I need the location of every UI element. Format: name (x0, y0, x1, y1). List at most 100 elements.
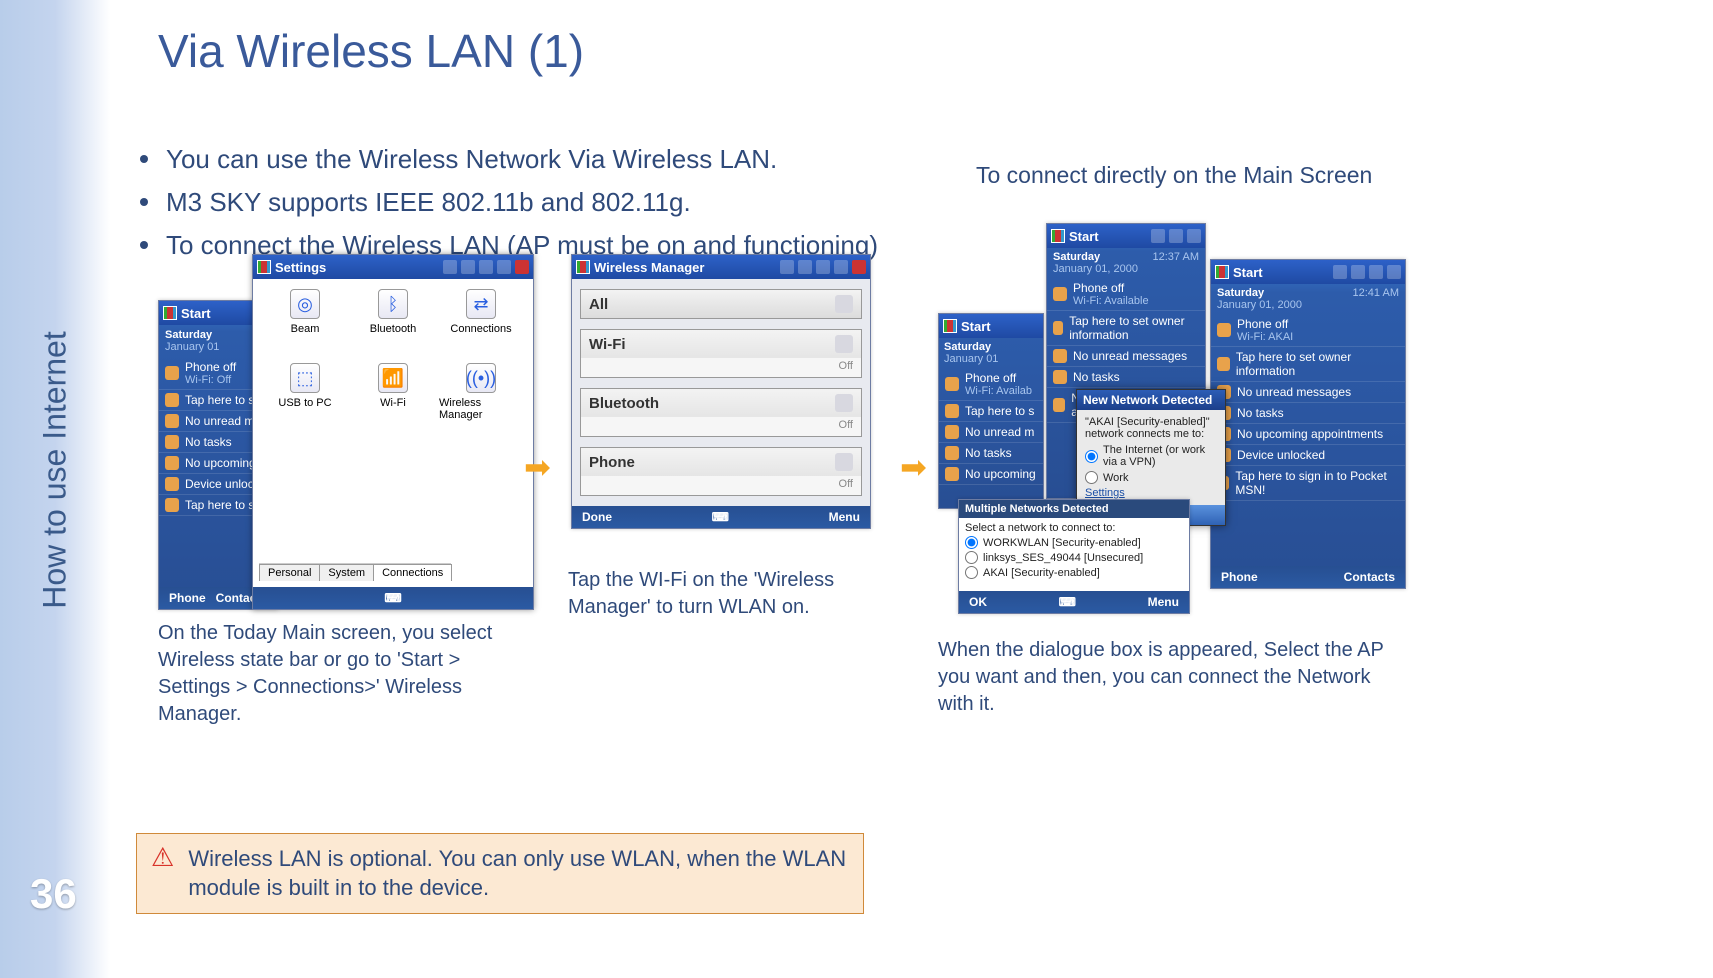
appt-icon (945, 467, 959, 481)
wm-wifi-row[interactable]: Wi-Fi Off (580, 329, 862, 378)
tasks-icon (1053, 370, 1067, 384)
signal-icon (816, 260, 830, 274)
page-title: Via Wireless LAN (1) (158, 24, 584, 78)
wifi-state-icon (835, 335, 853, 353)
warning-text: Wireless LAN is optional. You can only u… (188, 844, 849, 903)
tab-system[interactable]: System (319, 564, 374, 581)
volume-icon (834, 260, 848, 274)
figure-3: To connect directly on the Main Screen S… (938, 162, 1406, 718)
phone-state-icon (835, 453, 853, 471)
owner-icon (1217, 357, 1230, 371)
unread-row: No unread m (185, 414, 254, 428)
wifi-off-label: Wi-Fi: Off (185, 374, 236, 386)
owner-icon (945, 404, 959, 418)
tasks-icon (945, 446, 959, 460)
menu-softkey[interactable]: Menu (829, 510, 860, 524)
warning-box: ⚠ Wireless LAN is optional. You can only… (136, 833, 864, 914)
caption-2: Tap the WI-Fi on the 'Wireless Manager' … (568, 567, 874, 621)
tab-connections[interactable]: Connections (373, 564, 452, 581)
popup-radio-internet[interactable]: The Internet (or work via a VPN) (1085, 444, 1217, 468)
start-flag-icon (943, 319, 957, 333)
volume-icon (1369, 265, 1383, 279)
wifi-icon: 📶 (378, 363, 408, 393)
settings-title: Settings (275, 260, 439, 275)
msg-icon (165, 414, 179, 428)
page-number: 36 (30, 870, 77, 918)
msg-icon (945, 425, 959, 439)
net-radio-akai[interactable]: AKAI [Security-enabled] (965, 566, 1183, 579)
net-radio-linksys[interactable]: linksys_SES_49044 [Unsecured] (965, 551, 1183, 564)
signal-icon (1151, 229, 1165, 243)
settings-item-usb[interactable]: ⬚USB to PC (263, 363, 347, 445)
menu-softkey[interactable]: Menu (1148, 595, 1179, 609)
close-icon[interactable] (852, 260, 866, 274)
figure-1: Start Saturday January 01 Phone offWi-Fi… (158, 254, 536, 728)
multiple-networks-popup: Multiple Networks Detected Select a netw… (958, 499, 1190, 614)
settings-window: Settings ◎Beam ᛒBluetooth ⇄Connections ⬚… (252, 254, 534, 610)
signal-icon (1351, 265, 1365, 279)
battery-icon (1387, 265, 1401, 279)
phone-softkey[interactable]: Phone (1221, 570, 1258, 584)
net-radio-workwlan[interactable]: WORKWLAN [Security-enabled] (965, 536, 1183, 549)
bullet-item: M3 SKY supports IEEE 802.11b and 802.11g… (130, 183, 950, 222)
sip-icon[interactable]: ⌨ (384, 591, 401, 605)
connections-icon: ⇄ (466, 289, 496, 319)
phone-icon (945, 377, 959, 391)
settings-item-wifi[interactable]: 📶Wi-Fi (351, 363, 435, 445)
sip-icon[interactable]: ⌨ (1059, 595, 1076, 609)
start-flag-icon (576, 260, 590, 274)
signal-icon (479, 260, 493, 274)
caption-1: On the Today Main screen, you select Wir… (158, 620, 536, 728)
tasks-row: No tasks (185, 435, 232, 449)
keyboard-icon (1333, 265, 1347, 279)
popup-title: New Network Detected (1077, 390, 1225, 410)
beam-icon: ◎ (290, 289, 320, 319)
phone-softkey[interactable]: Phone (169, 591, 206, 605)
phone-off-label: Phone off (185, 360, 236, 374)
right-heading: To connect directly on the Main Screen (976, 162, 1372, 189)
close-icon[interactable] (515, 260, 529, 274)
arrow-right-icon: ➡ (900, 448, 927, 486)
phone-icon (165, 366, 179, 380)
phone-icon (1053, 287, 1067, 301)
bluetooth-icon: ᛒ (378, 289, 408, 319)
popup-radio-work[interactable]: Work (1085, 471, 1217, 484)
sidebar-label: How to use Internet (37, 331, 74, 608)
bluetooth-state-icon (835, 394, 853, 412)
power-icon (1187, 229, 1201, 243)
multi-title: Multiple Networks Detected (959, 500, 1189, 518)
sidebar-band: How to use Internet 36 (0, 0, 110, 978)
wm-all-row[interactable]: All (580, 289, 862, 319)
sync-icon (798, 260, 812, 274)
wireless-manager-window: Wireless Manager All Wi-Fi Off Bluetooth… (571, 254, 871, 529)
ok-softkey[interactable]: OK (969, 595, 987, 609)
wm-phone-row[interactable]: Phone Off (580, 447, 862, 496)
warning-icon: ⚠ (151, 844, 174, 870)
arrow-right-icon: ➡ (524, 448, 551, 486)
keyboard-icon (443, 260, 457, 274)
wm-bluetooth-row[interactable]: Bluetooth Off (580, 388, 862, 437)
owner-row: Tap here to s (185, 393, 254, 407)
settings-tabs: Personal System Connections (259, 563, 451, 581)
caption-3: When the dialogue box is appeared, Selec… (938, 637, 1406, 718)
bullet-list: You can use the Wireless Network Via Wir… (130, 140, 950, 269)
tab-personal[interactable]: Personal (259, 564, 320, 581)
sip-icon[interactable]: ⌨ (712, 510, 729, 524)
settings-item-wireless-manager[interactable]: ((•))Wireless Manager (439, 363, 523, 445)
today-screen-partial-2: Start SaturdayJanuary 01 Phone offWi-Fi:… (938, 313, 1044, 509)
start-flag-icon (163, 306, 177, 320)
keyboard-icon (780, 260, 794, 274)
sync-icon (461, 260, 475, 274)
done-softkey[interactable]: Done (582, 510, 612, 524)
settings-item-beam[interactable]: ◎Beam (263, 289, 347, 359)
phone-icon (1217, 323, 1231, 337)
power-icon (835, 295, 853, 313)
volume-icon (497, 260, 511, 274)
start-flag-icon (1051, 229, 1065, 243)
msn-icon (165, 498, 179, 512)
popup-settings-link[interactable]: Settings (1085, 487, 1125, 499)
contacts-softkey[interactable]: Contacts (1344, 570, 1395, 584)
start-flag-icon (1215, 265, 1229, 279)
settings-item-connections[interactable]: ⇄Connections (439, 289, 523, 359)
settings-item-bluetooth[interactable]: ᛒBluetooth (351, 289, 435, 359)
